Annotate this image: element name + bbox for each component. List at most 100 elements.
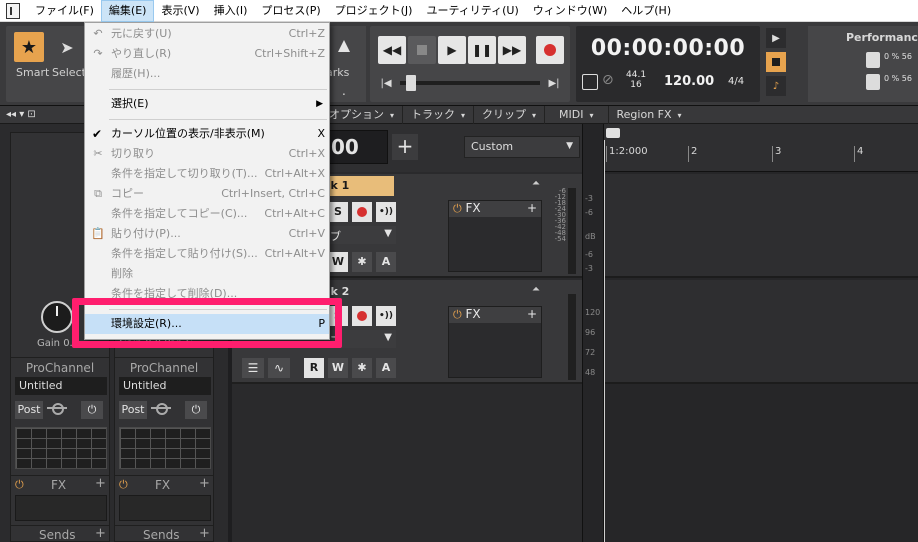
add-fx-icon[interactable]: + [199, 476, 210, 491]
transport-expand-icon[interactable]: ▶ [766, 28, 786, 48]
menu-redo[interactable]: ↷ やり直し(R) Ctrl+Shift+Z [85, 44, 329, 64]
input-echo-button[interactable]: •)) [376, 306, 396, 326]
now-time-slider[interactable]: |◀ ▶| [378, 74, 562, 92]
slider-track[interactable] [400, 75, 540, 91]
add-fx-icon[interactable]: + [527, 201, 537, 215]
power-icon[interactable]: ⏻ [185, 401, 207, 419]
loop-icon[interactable] [582, 74, 598, 90]
record-button[interactable] [536, 36, 564, 64]
collapse-icon[interactable]: ⏶ [532, 178, 540, 189]
prochannel-preset[interactable]: Untitled [119, 377, 211, 395]
menu-help[interactable]: ヘルプ(H) [614, 0, 678, 22]
record-mode-button[interactable] [766, 52, 786, 72]
automation-lane-icon[interactable]: ∿ [268, 358, 290, 378]
menu-delete[interactable]: 削除 [85, 264, 329, 284]
view-menu-options[interactable]: オプション ▾ [320, 105, 402, 124]
marker-icon[interactable] [336, 36, 352, 54]
view-menu-region-fx[interactable]: Region FX ▾ [607, 105, 690, 124]
time-display[interactable]: 00:00:00:00 [576, 36, 760, 61]
menu-paste-special[interactable]: 条件を指定して貼り付け(S)... Ctrl+Alt+V [85, 244, 329, 264]
time-signature[interactable]: 4/4 [728, 76, 744, 87]
prochannel-preset[interactable]: Untitled [15, 377, 107, 395]
fast-forward-button[interactable]: ▶▶ [498, 36, 526, 64]
clip-lane[interactable] [604, 174, 918, 278]
eq-graph[interactable] [119, 427, 211, 469]
gain-knob[interactable] [41, 301, 73, 333]
slider-thumb[interactable] [406, 75, 416, 91]
track-fx-bin[interactable]: ⏻ FX + [448, 306, 542, 378]
add-fx-icon[interactable]: + [95, 476, 106, 491]
menu-file[interactable]: ファイル(F) [28, 0, 101, 22]
read-automation-button[interactable]: R [304, 358, 324, 378]
fx-bin[interactable] [119, 495, 211, 521]
menu-cut-special[interactable]: 条件を指定して切り取り(T)... Ctrl+Alt+X [85, 164, 329, 184]
go-to-start-icon[interactable]: |◀ [378, 75, 394, 91]
stop-button[interactable] [408, 36, 436, 64]
add-track-button[interactable]: + [392, 134, 418, 160]
tempo-display[interactable]: 120.00 [664, 74, 714, 89]
metronome-icon[interactable]: ♪ [766, 76, 786, 96]
automation-star-icon[interactable]: ✱ [352, 252, 372, 272]
menu-history[interactable]: 履歴(H)... [85, 64, 329, 84]
menu-select[interactable]: 選択(E) ▶ [85, 94, 329, 114]
view-menu-track[interactable]: トラック ▾ [402, 105, 473, 124]
scale-label: -3 [585, 194, 593, 203]
power-icon[interactable]: ⏻ [453, 308, 462, 321]
collapse-icon[interactable]: ⏶ [532, 284, 540, 295]
pause-button[interactable]: ❚❚ [468, 36, 496, 64]
menu-copy[interactable]: ⧉ コピー Ctrl+Insert, Ctrl+C [85, 184, 329, 204]
menu-project[interactable]: プロジェクト(J) [328, 0, 420, 22]
now-marker[interactable] [606, 128, 620, 138]
power-icon[interactable]: ⏻ [453, 202, 462, 215]
view-controls[interactable]: ◂◂ ▾ ⊡ [0, 109, 70, 120]
track-name[interactable]: ck 1 [320, 176, 394, 196]
smart-tool-button[interactable]: ★ [14, 32, 44, 62]
input-echo-button[interactable]: •)) [376, 202, 396, 222]
write-automation-button[interactable]: W [328, 358, 348, 378]
power-icon[interactable]: ⏻ [81, 401, 103, 419]
arm-record-button[interactable] [352, 306, 372, 326]
sync-icon[interactable]: ⊘ [602, 72, 614, 88]
menu-process[interactable]: プロセス(P) [254, 0, 327, 22]
menu-copy-special[interactable]: 条件を指定してコピー(C)... Ctrl+Alt+C [85, 204, 329, 224]
input-select[interactable]: ブ ▼ [324, 226, 396, 244]
time-ruler[interactable]: 1:2:000 2 3 4 [604, 124, 918, 172]
track-view-preset-select[interactable]: Custom ▼ [464, 136, 580, 158]
go-to-end-icon[interactable]: ▶| [546, 75, 562, 91]
view-menu-midi[interactable]: MIDI ▾ [544, 105, 607, 124]
menu-view[interactable]: 表示(V) [154, 0, 206, 22]
menu-cut[interactable]: ✂ 切り取り Ctrl+X [85, 144, 329, 164]
view-menu-clip[interactable]: クリップ ▾ [473, 105, 544, 124]
automation-star-icon[interactable]: ✱ [352, 358, 372, 378]
clip-lane[interactable] [604, 280, 918, 384]
power-icon[interactable]: ⏻ [119, 478, 128, 492]
menu-toggle-cursor[interactable]: ✔ カーソル位置の表示/非表示(M) X [85, 124, 329, 144]
archive-button[interactable]: A [376, 252, 396, 272]
scissors-icon: ✂ [93, 147, 103, 160]
clips-pane[interactable]: 1:2:000 2 3 4 [604, 124, 918, 542]
track-fx-bin[interactable]: ⏻ FX + [448, 200, 542, 272]
rewind-button[interactable]: ◀◀ [378, 36, 406, 64]
track-layers-icon[interactable]: ☰ [242, 358, 264, 378]
menu-paste[interactable]: 📋 貼り付け(P)... Ctrl+V [85, 224, 329, 244]
add-send-icon[interactable]: + [199, 526, 210, 541]
menu-edit[interactable]: 編集(E) [100, 0, 155, 22]
menu-utilities[interactable]: ユーティリティ(U) [419, 0, 525, 22]
fx-bin[interactable] [15, 495, 107, 521]
add-fx-icon[interactable]: + [527, 307, 537, 321]
menu-undo[interactable]: ↶ 元に戻す(U) Ctrl+Z [85, 24, 329, 44]
menu-window[interactable]: ウィンドウ(W) [526, 0, 614, 22]
power-icon[interactable]: ⏻ [15, 478, 24, 492]
play-button[interactable]: ▶ [438, 36, 466, 64]
write-automation-button[interactable]: W [328, 252, 348, 272]
undo-icon: ↶ [93, 27, 103, 40]
add-send-icon[interactable]: + [95, 526, 106, 541]
solo-button[interactable]: S [328, 202, 348, 222]
post-button[interactable]: Post [15, 401, 43, 419]
arm-record-button[interactable] [352, 202, 372, 222]
eq-graph[interactable] [15, 427, 107, 469]
select-tool-button[interactable]: ➤ [52, 32, 82, 62]
menu-insert[interactable]: 挿入(I) [207, 0, 255, 22]
archive-button[interactable]: A [376, 358, 396, 378]
post-button[interactable]: Post [119, 401, 147, 419]
